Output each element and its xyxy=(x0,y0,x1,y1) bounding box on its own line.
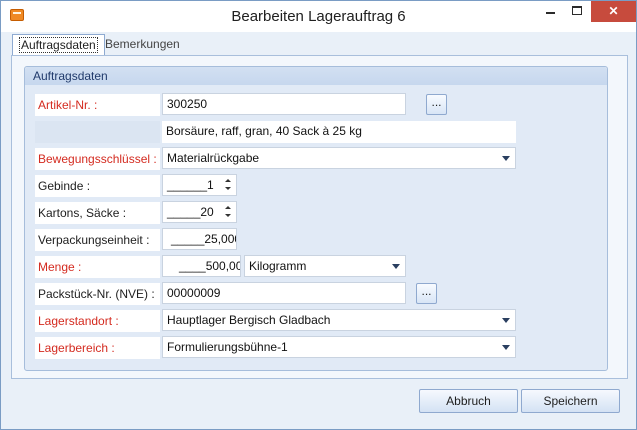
minimize-button[interactable] xyxy=(537,1,564,22)
gebinde-label: Gebinde : xyxy=(35,175,160,197)
lagerbereich-select[interactable]: Formulierungsbühne-1 xyxy=(162,336,516,358)
cancel-button[interactable]: Abbruch xyxy=(419,389,518,413)
group-header: Auftragsdaten xyxy=(25,67,607,85)
lagerstandort-select[interactable]: Hauptlager Bergisch Gladbach xyxy=(162,309,516,331)
verpackung-label: Verpackungseinheit : xyxy=(35,229,160,251)
bewegung-select[interactable]: Materialrückgabe xyxy=(162,147,516,169)
kartons-value: _____20 xyxy=(167,205,214,219)
chevron-down-icon xyxy=(392,264,400,269)
save-button[interactable]: Speichern xyxy=(521,389,620,413)
spin-down-icon xyxy=(225,187,231,190)
group-title: Auftragsdaten xyxy=(33,69,108,83)
dialog-window: Bearbeiten Lagerauftrag 6 ✕ Auftragsdate… xyxy=(0,0,637,430)
packstueck-browse-button[interactable]: ... xyxy=(416,283,437,304)
verpackung-input[interactable]: _____25,0000 xyxy=(162,228,237,250)
artikel-nr-input[interactable]: 300250 xyxy=(162,93,406,115)
maximize-icon xyxy=(572,6,582,15)
menge-input[interactable]: ____500,00 xyxy=(162,255,241,277)
kartons-spin[interactable] xyxy=(225,204,233,220)
kartons-stepper[interactable]: _____20 xyxy=(162,201,237,223)
menge-unit-select[interactable]: Kilogramm xyxy=(244,255,406,277)
artikel-description: Borsäure, raff, gran, 40 Sack à 25 kg xyxy=(162,121,516,143)
menge-unit-value: Kilogramm xyxy=(249,259,307,273)
gebinde-stepper[interactable]: ______1 xyxy=(162,174,237,196)
tab-label: Auftragsdaten xyxy=(19,37,98,53)
lagerbereich-label: Lagerbereich : xyxy=(35,337,160,359)
lagerbereich-value: Formulierungsbühne-1 xyxy=(167,340,288,354)
lagerstandort-label: Lagerstandort : xyxy=(35,310,160,332)
title-bar: Bearbeiten Lagerauftrag 6 ✕ xyxy=(1,1,636,32)
artikel-nr-label: Artikel-Nr. : xyxy=(35,94,160,116)
bewegung-label: Bewegungsschlüssel : xyxy=(35,148,160,170)
bewegung-value: Materialrückgabe xyxy=(167,151,260,165)
menge-label: Menge : xyxy=(35,256,160,278)
tab-bemerkungen[interactable]: Bemerkungen xyxy=(99,34,186,56)
minimize-icon xyxy=(546,12,555,14)
lagerstandort-value: Hauptlager Bergisch Gladbach xyxy=(167,313,331,327)
maximize-button[interactable] xyxy=(564,1,591,22)
spin-up-icon xyxy=(225,206,231,209)
tab-strip: Auftragsdaten Bemerkungen xyxy=(9,34,629,57)
chevron-down-icon xyxy=(502,318,510,323)
chevron-down-icon xyxy=(502,345,510,350)
auftragsdaten-group: Auftragsdaten Artikel-Nr. : 300250 ... B… xyxy=(24,66,608,371)
artikel-nr-browse-button[interactable]: ... xyxy=(426,94,447,115)
packstueck-label: Packstück-Nr. (NVE) : xyxy=(35,283,160,305)
kartons-label: Kartons, Säcke : xyxy=(35,202,160,224)
chevron-down-icon xyxy=(502,156,510,161)
artikel-desc-spacer xyxy=(35,121,160,143)
gebinde-value: ______1 xyxy=(167,178,214,192)
close-button[interactable]: ✕ xyxy=(591,1,636,22)
tab-page: Auftragsdaten Artikel-Nr. : 300250 ... B… xyxy=(11,55,628,379)
gebinde-spin[interactable] xyxy=(225,177,233,193)
tab-auftragsdaten[interactable]: Auftragsdaten xyxy=(12,34,105,57)
spin-down-icon xyxy=(225,214,231,217)
spin-up-icon xyxy=(225,179,231,182)
close-icon: ✕ xyxy=(608,4,619,18)
packstueck-input[interactable]: 00000009 xyxy=(162,282,406,304)
